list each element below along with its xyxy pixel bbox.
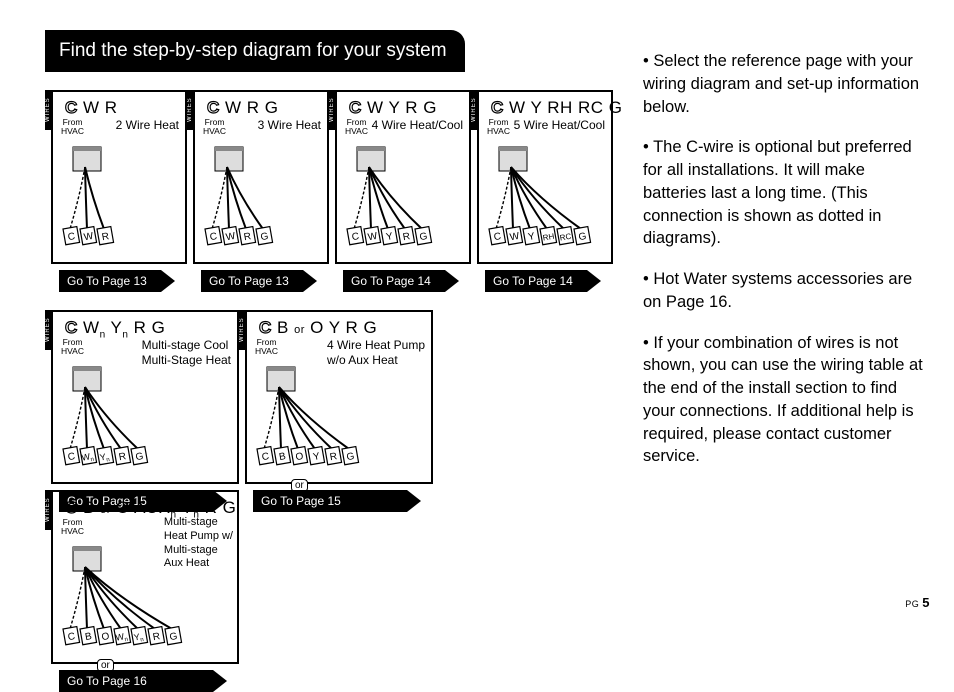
wiring-diagram-card: WIRESC W RFromHVAC2 Wire HeatCWRGo To Pa… [51, 90, 187, 264]
bullet: • The C-wire is optional but preferred f… [643, 136, 928, 250]
terminal-letters: C W R [65, 98, 179, 118]
terminal-letters: C W R G [207, 98, 321, 118]
instructions-text: • Select the reference page with your wi… [643, 30, 934, 664]
wiring-icon: CWYRHRCG [485, 141, 605, 252]
wiring-diagram-card: WIRESC W R GFromHVAC3 Wire HeatCWRGGo To… [193, 90, 329, 264]
goto-page-arrow: Go To Page 14 [343, 270, 445, 292]
wires-side-label: WIRES [187, 90, 195, 130]
bullet: • Select the reference page with your wi… [643, 50, 928, 118]
from-hvac-label: FromHVAC [255, 338, 278, 356]
wiring-diagram-card: WIRESC B or O AUXn Yn R GFromHVACMulti-s… [51, 490, 239, 664]
diagram-row-1: WIRESC W RFromHVAC2 Wire HeatCWRGo To Pa… [51, 90, 625, 264]
wires-side-label: WIRES [45, 490, 53, 530]
system-description: 5 Wire Heat/Cool [514, 118, 605, 133]
goto-page-arrow: Go To Page 13 [201, 270, 303, 292]
terminal-letters: C W Y RH RC G [491, 98, 605, 118]
wires-side-label: WIRES [45, 310, 53, 350]
from-hvac-label: FromHVAC [345, 118, 368, 136]
from-hvac-label: FromHVAC [203, 118, 226, 136]
bullet: • If your combination of wires is not sh… [643, 332, 928, 469]
wires-side-label: WIRES [471, 90, 479, 130]
wiring-diagram-card: WIRESC W Y R GFromHVAC4 Wire Heat/CoolCW… [335, 90, 471, 264]
wiring-diagram-card: WIRESC B or O Y R GFromHVAC4 Wire Heat P… [245, 310, 433, 484]
goto-page-arrow: Go To Page 13 [59, 270, 161, 292]
wires-side-label: WIRES [239, 310, 247, 350]
goto-page-arrow: Go To Page 14 [485, 270, 587, 292]
system-description: 4 Wire Heat/Cool [372, 118, 463, 133]
wiring-icon: CWR [59, 141, 179, 252]
wiring-diagram-card: WIRESC W Y RH RC GFromHVAC5 Wire Heat/Co… [477, 90, 613, 264]
page-number: PG 5 [905, 595, 930, 610]
goto-page-arrow: Go To Page 16 [59, 670, 213, 692]
bullet: • Hot Water systems accessories are on P… [643, 268, 928, 314]
wiring-diagram-card: WIRESC Wn Yn R GFromHVACMulti-stage Cool… [51, 310, 239, 484]
wiring-icon: CWRG [201, 141, 321, 252]
wires-side-label: WIRES [45, 90, 53, 130]
section-title: Find the step-by-step diagram for your s… [45, 30, 465, 72]
diagram-selector: Find the step-by-step diagram for your s… [45, 30, 625, 664]
wiring-icon: CWYRG [343, 141, 463, 252]
system-description: 2 Wire Heat [116, 118, 179, 133]
wiring-icon: CWnYnRG [59, 361, 231, 472]
wires-side-label: WIRES [329, 90, 337, 130]
from-hvac-label: FromHVAC [61, 518, 84, 536]
from-hvac-label: FromHVAC [61, 338, 84, 356]
goto-page-arrow: Go To Page 15 [253, 490, 407, 512]
from-hvac-label: FromHVAC [61, 118, 84, 136]
terminal-letters: C B or O Y R G [259, 318, 425, 338]
wiring-icon: CBOYRG [253, 361, 425, 472]
wiring-icon: CBOWnYnRG [59, 541, 231, 652]
terminal-letters: C W Y R G [349, 98, 463, 118]
diagram-row-2: WIRESC Wn Yn R GFromHVACMulti-stage Cool… [51, 310, 625, 664]
from-hvac-label: FromHVAC [487, 118, 510, 136]
system-description: 3 Wire Heat [258, 118, 321, 133]
